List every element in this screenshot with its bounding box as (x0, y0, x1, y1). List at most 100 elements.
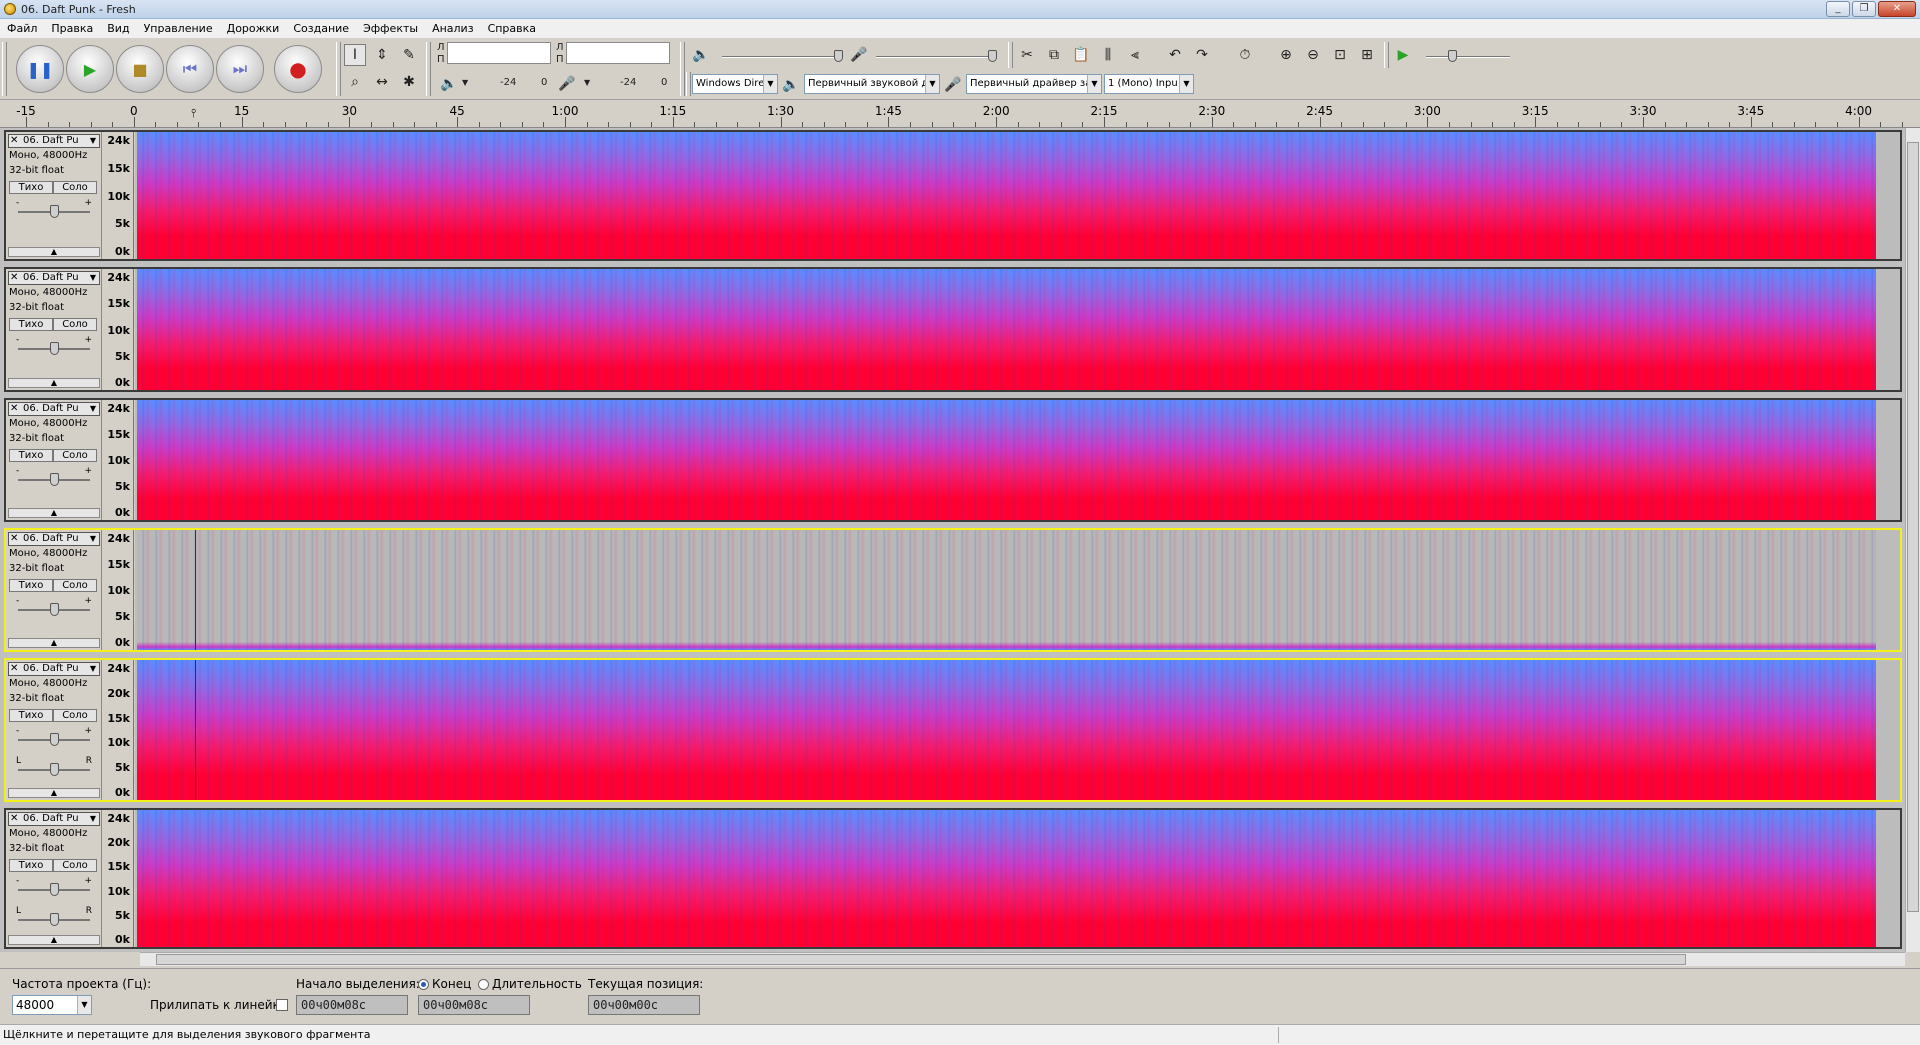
selection-start-field[interactable]: 00ч00м08с (296, 995, 408, 1015)
track-name-menu[interactable]: ✕ 06. Daft Pu ▼ (8, 134, 100, 148)
fit-project-icon[interactable]: ⊞ (1356, 44, 1378, 66)
mute-button[interactable]: Тихо (9, 579, 53, 592)
silence-icon[interactable]: ⫷ (1124, 44, 1146, 66)
draw-tool-icon[interactable]: ✎ (398, 44, 420, 66)
audio-host-select[interactable]: Windows Dire ▼ (692, 74, 778, 94)
menu-generate[interactable]: Создание (291, 21, 351, 36)
gain-slider-thumb[interactable] (50, 473, 59, 486)
menu-effects[interactable]: Эффекты (361, 21, 420, 36)
end-radio[interactable]: Конец (418, 977, 471, 991)
toolbar-grip[interactable] (336, 42, 341, 96)
mute-button[interactable]: Тихо (9, 859, 53, 872)
gain-slider[interactable]: - + (16, 876, 92, 900)
solo-button[interactable]: Соло (53, 449, 97, 462)
recording-meter[interactable] (566, 42, 670, 64)
timeline-ruler[interactable]: -15 0 15 30 45 1:00 1:15 1:30 1:45 2:00 2:15 2:30 2:… (0, 100, 1920, 128)
multi-tool-icon[interactable]: ✱ (398, 71, 420, 93)
close-track-icon[interactable]: ✕ (10, 813, 18, 825)
fit-selection-icon[interactable]: ⊡ (1329, 44, 1351, 66)
solo-button[interactable]: Соло (53, 181, 97, 194)
track-name-menu[interactable]: ✕ 06. Daft Pu ▼ (8, 271, 100, 285)
menu-view[interactable]: Вид (105, 21, 131, 36)
maximize-button[interactable]: ❐ (1852, 1, 1876, 17)
gain-slider-thumb[interactable] (50, 603, 59, 616)
menu-analyze[interactable]: Анализ (430, 21, 476, 36)
playback-meter[interactable] (447, 42, 551, 64)
toolbar-grip[interactable] (2, 42, 7, 96)
track-name-menu[interactable]: ✕ 06. Daft Pu ▼ (8, 662, 100, 676)
paste-icon[interactable]: 📋 (1070, 44, 1092, 66)
input-volume-thumb[interactable] (988, 50, 997, 62)
output-volume-slider[interactable] (722, 56, 842, 58)
menu-transport[interactable]: Управление (142, 21, 215, 36)
play-button[interactable]: ▶ (66, 45, 114, 93)
audio-track[interactable]: ✕ 06. Daft Pu ▼ Моно, 48000Hz 32-bit float Ти… (4, 808, 1902, 949)
play-speed-slider[interactable] (1426, 56, 1510, 58)
close-track-icon[interactable]: ✕ (10, 272, 18, 284)
collapse-track-button[interactable]: ▲ (8, 378, 100, 388)
gain-slider-thumb[interactable] (50, 733, 59, 746)
solo-button[interactable]: Соло (53, 709, 97, 722)
input-channels-select[interactable]: 1 (Mono) Inpu ▼ (1104, 74, 1194, 94)
close-track-icon[interactable]: ✕ (10, 533, 18, 545)
pan-slider-thumb[interactable] (50, 763, 59, 776)
pause-button[interactable]: ❚❚ (16, 45, 64, 93)
audio-track[interactable]: ✕ 06. Daft Pu ▼ Моно, 48000Hz 32-bit float Ти… (4, 398, 1902, 522)
track-name-menu[interactable]: ✕ 06. Daft Pu ▼ (8, 402, 100, 416)
gain-slider[interactable]: - + (16, 596, 92, 620)
collapse-track-button[interactable]: ▲ (8, 788, 100, 798)
audio-position-field[interactable]: 00ч00м00с (588, 995, 700, 1015)
input-volume-slider[interactable] (876, 56, 996, 58)
menu-edit[interactable]: Правка (49, 21, 95, 36)
gain-slider[interactable]: - + (16, 335, 92, 359)
stop-button[interactable]: ■ (116, 45, 164, 93)
gain-slider[interactable]: - + (16, 726, 92, 750)
pan-slider[interactable]: LR (16, 756, 92, 780)
play-at-speed-icon[interactable]: ▶ (1392, 44, 1414, 66)
length-radio[interactable]: Длительность (478, 977, 582, 991)
solo-button[interactable]: Соло (53, 579, 97, 592)
horizontal-scroll-thumb[interactable] (156, 954, 1686, 965)
toolbar-grip[interactable] (426, 42, 431, 96)
microphone-icon[interactable]: 🎤 (556, 73, 578, 95)
spectrogram-view[interactable] (135, 132, 1900, 259)
toolbar-grip[interactable] (1008, 42, 1013, 68)
zoom-tool-icon[interactable]: ⌕ (344, 71, 366, 93)
spectrogram-view[interactable] (135, 530, 1900, 650)
playhead-marker-icon[interactable]: ⫯ (191, 106, 196, 121)
vertical-scroll-thumb[interactable] (1907, 142, 1919, 912)
pan-slider[interactable]: LR (16, 906, 92, 930)
collapse-track-button[interactable]: ▲ (8, 508, 100, 518)
audio-track[interactable]: ✕ 06. Daft Pu ▼ Моно, 48000Hz 32-bit float Ти… (4, 130, 1902, 261)
gain-slider-thumb[interactable] (50, 205, 59, 218)
snap-to-checkbox[interactable] (276, 999, 288, 1012)
selection-tool-icon[interactable]: I (344, 44, 366, 66)
output-volume-thumb[interactable] (834, 50, 843, 62)
menu-help[interactable]: Справка (486, 21, 538, 36)
mute-button[interactable]: Тихо (9, 318, 53, 331)
menu-file[interactable]: Файл (5, 21, 39, 36)
collapse-track-button[interactable]: ▲ (8, 935, 100, 945)
track-name-menu[interactable]: ✕ 06. Daft Pu ▼ (8, 532, 100, 546)
project-rate-select[interactable]: 48000 ▼ (12, 995, 92, 1015)
undo-icon[interactable]: ↶ (1164, 44, 1186, 66)
record-button[interactable]: ● (274, 45, 322, 93)
track-area[interactable]: ✕ 06. Daft Pu ▼ Моно, 48000Hz 32-bit float Ти… (0, 128, 1905, 952)
horizontal-scrollbar[interactable] (140, 952, 1905, 966)
trim-icon[interactable]: ⫼ (1097, 44, 1119, 66)
gain-slider[interactable]: - + (16, 466, 92, 490)
redo-icon[interactable]: ↷ (1191, 44, 1213, 66)
solo-button[interactable]: Соло (53, 318, 97, 331)
skip-end-button[interactable]: ⏭ (216, 45, 264, 93)
cut-icon[interactable]: ✂ (1016, 44, 1038, 66)
copy-icon[interactable]: ⧉ (1043, 44, 1065, 66)
speaker-icon[interactable]: 🔈 (438, 73, 460, 95)
play-speed-thumb[interactable] (1448, 50, 1457, 62)
collapse-track-button[interactable]: ▲ (8, 638, 100, 648)
audio-track[interactable]: ✕ 06. Daft Pu ▼ Моно, 48000Hz 32-bit float Ти… (4, 528, 1902, 652)
mute-button[interactable]: Тихо (9, 709, 53, 722)
selection-end-field[interactable]: 00ч00м08с (418, 995, 530, 1015)
sync-lock-icon[interactable]: ⏱ (1234, 44, 1256, 66)
skip-start-button[interactable]: ⏮ (166, 45, 214, 93)
track-name-menu[interactable]: ✕ 06. Daft Pu ▼ (8, 812, 100, 826)
